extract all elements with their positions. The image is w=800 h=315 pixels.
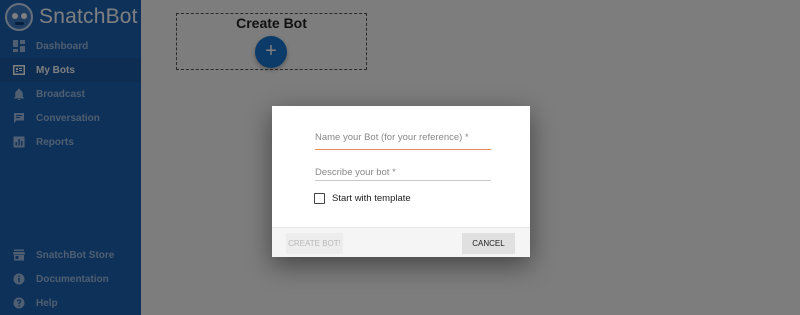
cancel-button[interactable]: CANCEL — [462, 233, 515, 254]
start-with-template-option[interactable]: Start with template — [314, 193, 411, 204]
bot-description-label: Describe your bot * — [315, 167, 396, 178]
start-with-template-label: Start with template — [332, 193, 411, 204]
start-with-template-checkbox[interactable] — [314, 193, 325, 204]
create-bot-button[interactable]: CREATE BOT! — [286, 233, 343, 254]
bot-name-field[interactable]: Name your Bot (for your reference) * — [315, 132, 491, 150]
bot-name-label: Name your Bot (for your reference) * — [315, 132, 469, 143]
create-bot-dialog: Name your Bot (for your reference) * Des… — [272, 106, 530, 257]
bot-description-field[interactable]: Describe your bot * — [315, 167, 491, 181]
bot-description-underline — [315, 180, 491, 181]
bot-name-underline — [315, 149, 491, 150]
dialog-actions: CREATE BOT! CANCEL — [272, 227, 530, 257]
